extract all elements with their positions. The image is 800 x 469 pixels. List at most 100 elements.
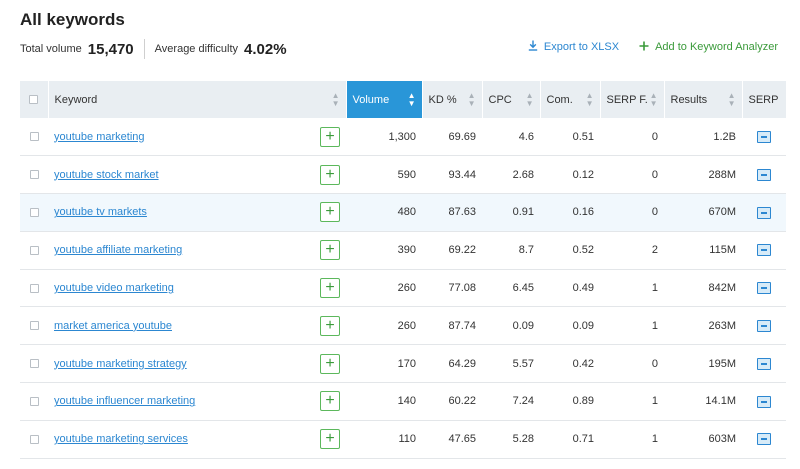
serp-preview-icon[interactable] — [757, 357, 771, 370]
row-checkbox-cell — [20, 193, 48, 232]
com-cell: 0.42 — [540, 344, 600, 384]
cpc-cell: 5.57 — [482, 344, 540, 384]
serp-preview-icon[interactable] — [757, 130, 771, 143]
add-keyword-button[interactable]: + — [320, 202, 340, 223]
results-cell: 1.2B — [664, 118, 742, 157]
add-keyword-cell: + — [284, 193, 346, 232]
select-all-checkbox[interactable] — [29, 95, 39, 105]
row-checkbox[interactable] — [29, 359, 39, 369]
row-checkbox[interactable] — [29, 208, 39, 218]
keyword-link[interactable]: market america youtube — [54, 320, 172, 332]
serp-preview-icon[interactable] — [757, 433, 771, 446]
export-xlsx-button[interactable]: Export to XLSX — [528, 40, 619, 54]
add-keyword-button[interactable]: + — [320, 164, 340, 185]
col-cpc[interactable]: CPC ▲ ▼ — [482, 81, 541, 118]
serp-preview-icon[interactable] — [757, 244, 771, 257]
row-checkbox-cell — [20, 344, 48, 384]
volume-cell: 390 — [346, 231, 422, 270]
keyword-link[interactable]: youtube stock market — [54, 169, 159, 181]
add-keyword-button[interactable]: + — [320, 391, 340, 412]
serp-preview-icon[interactable] — [757, 168, 771, 181]
stats-divider — [143, 39, 145, 59]
add-to-keyword-analyzer-button[interactable]: Add to Keyword Analyzer — [639, 41, 778, 54]
keyword-link[interactable]: youtube influencer marketing — [54, 395, 195, 407]
add-keyword-cell: + — [284, 420, 346, 459]
serp-cell — [742, 231, 786, 270]
col-serp-features[interactable]: SERP F. ▲ ▼ — [600, 81, 665, 118]
sort-icon: ▲ ▼ — [331, 90, 340, 108]
results-cell: 263M — [664, 306, 742, 346]
keyword-link[interactable]: youtube marketing strategy — [54, 358, 187, 370]
add-keyword-cell: + — [284, 344, 346, 384]
sort-icon: ▲ ▼ — [727, 90, 736, 108]
kd-cell: 87.63 — [422, 193, 482, 232]
serp-preview-icon[interactable] — [757, 319, 771, 332]
keyword-cell: youtube influencer marketing — [48, 382, 284, 421]
toolbar-actions: Export to XLSX Add to Keyword Analyzer — [528, 40, 778, 54]
cpc-cell: 7.24 — [482, 382, 540, 421]
serp-features-cell: 0 — [600, 344, 664, 384]
row-checkbox-cell — [20, 382, 48, 421]
keyword-link[interactable]: youtube marketing — [54, 131, 145, 143]
keyword-cell: youtube marketing services — [48, 420, 284, 459]
row-checkbox[interactable] — [29, 132, 39, 142]
results-cell: 670M — [664, 193, 742, 232]
add-keyword-button[interactable]: + — [320, 278, 340, 299]
keyword-link[interactable]: youtube video marketing — [54, 282, 174, 294]
results-cell: 14.1M — [664, 382, 742, 421]
cpc-cell: 0.91 — [482, 193, 540, 232]
sort-icon: ▲ ▼ — [649, 90, 658, 108]
col-serp: SERP — [742, 81, 787, 118]
add-keyword-button[interactable]: + — [320, 353, 340, 374]
kd-cell: 69.22 — [422, 231, 482, 270]
serp-cell — [742, 420, 786, 459]
volume-cell: 110 — [346, 420, 422, 459]
add-keyword-button[interactable]: + — [320, 126, 340, 147]
cpc-cell: 5.28 — [482, 420, 540, 459]
row-checkbox[interactable] — [29, 170, 39, 180]
cpc-cell: 6.45 — [482, 269, 540, 308]
row-checkbox[interactable] — [29, 434, 39, 444]
kd-cell: 60.22 — [422, 382, 482, 421]
keyword-cell: youtube stock market — [48, 155, 284, 195]
com-cell: 0.16 — [540, 193, 600, 232]
col-com[interactable]: Com. ▲ ▼ — [540, 81, 601, 118]
table-row: youtube stock market + 590 93.44 2.68 0.… — [20, 155, 786, 195]
serp-preview-icon[interactable] — [757, 206, 771, 219]
keyword-link[interactable]: youtube tv markets — [54, 206, 147, 218]
row-checkbox[interactable] — [29, 321, 39, 331]
row-checkbox[interactable] — [29, 245, 39, 255]
col-com-label: Com. — [546, 93, 573, 106]
col-volume[interactable]: Volume ▲ ▼ — [346, 81, 423, 118]
add-keyword-button[interactable]: + — [320, 315, 340, 336]
results-cell: 288M — [664, 155, 742, 195]
keyword-link[interactable]: youtube affiliate marketing — [54, 244, 182, 256]
serp-features-cell: 0 — [600, 193, 664, 232]
download-icon — [528, 40, 538, 54]
com-cell: 0.49 — [540, 269, 600, 308]
add-keyword-button[interactable]: + — [320, 429, 340, 450]
row-checkbox[interactable] — [29, 397, 39, 407]
serp-features-cell: 1 — [600, 269, 664, 308]
col-volume-label: Volume — [352, 93, 390, 106]
volume-cell: 260 — [346, 269, 422, 308]
col-kd[interactable]: KD % ▲ ▼ — [422, 81, 483, 118]
col-serp-features-label: SERP F. — [606, 93, 648, 106]
serp-preview-icon[interactable] — [757, 282, 771, 295]
keyword-cell: youtube video marketing — [48, 269, 284, 308]
add-keyword-button[interactable]: + — [320, 240, 340, 261]
col-results[interactable]: Results ▲ ▼ — [664, 81, 743, 118]
table-row: youtube marketing + 1,300 69.69 4.6 0.51… — [20, 118, 786, 157]
export-label: Export to XLSX — [543, 41, 620, 53]
col-kd-label: KD % — [428, 93, 457, 106]
serp-cell — [742, 193, 786, 232]
serp-features-cell: 1 — [600, 306, 664, 346]
row-checkbox[interactable] — [29, 283, 39, 293]
col-keyword[interactable]: Keyword ▲ ▼ — [48, 81, 347, 118]
keyword-link[interactable]: youtube marketing services — [54, 433, 188, 445]
serp-preview-icon[interactable] — [757, 395, 771, 408]
serp-features-cell: 0 — [600, 155, 664, 195]
sort-icon: ▲ ▼ — [585, 90, 594, 108]
serp-cell — [742, 269, 786, 308]
kd-cell: 69.69 — [422, 118, 482, 157]
